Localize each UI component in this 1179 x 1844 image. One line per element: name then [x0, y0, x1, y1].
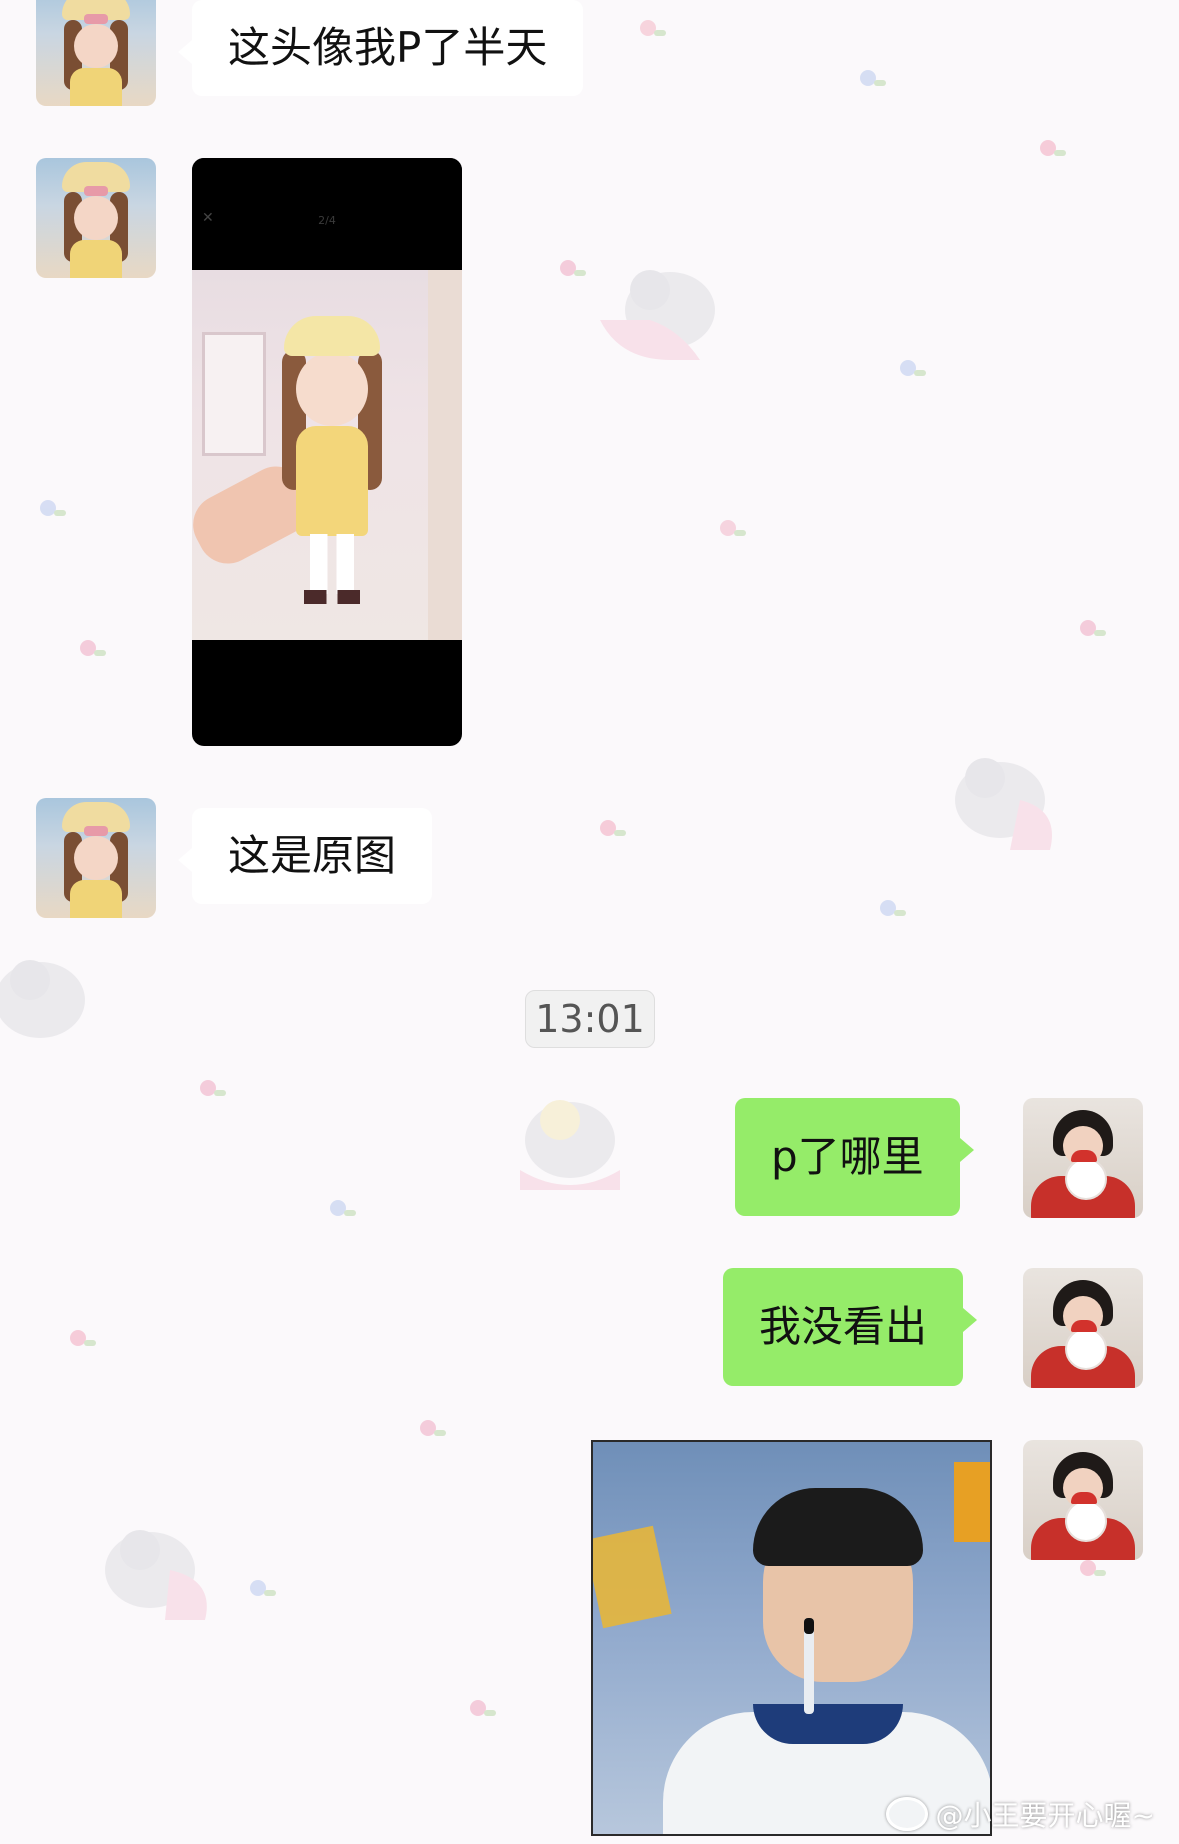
- avatar-dress: [70, 68, 122, 106]
- self-avatar[interactable]: [1023, 1440, 1143, 1560]
- avatar-face: [74, 836, 118, 880]
- contact-avatar[interactable]: [36, 0, 156, 106]
- wallpaper-flower: [80, 640, 106, 656]
- outgoing-image-message[interactable]: [591, 1440, 992, 1836]
- wallpaper-flower: [1080, 1560, 1106, 1576]
- wallpaper-flower: [1040, 140, 1066, 156]
- wallpaper-flower: [900, 360, 926, 376]
- avatar-snowman-hat: [1071, 1150, 1097, 1162]
- self-avatar[interactable]: [1023, 1268, 1143, 1388]
- doll-face: [296, 352, 368, 426]
- avatar-snowman: [1065, 1500, 1107, 1542]
- contact-avatar[interactable]: [36, 158, 156, 278]
- wallpaper-flower: [250, 1580, 276, 1596]
- message-text: 我没看出: [759, 1302, 928, 1351]
- wallpaper-elephant: [955, 758, 1052, 850]
- outgoing-message[interactable]: p了哪里: [735, 1098, 974, 1216]
- meme-sign: [593, 1525, 672, 1629]
- doll-dress: [296, 426, 368, 536]
- meme-pen-cap: [804, 1618, 814, 1634]
- contact-avatar[interactable]: [36, 798, 156, 918]
- message-text: 这是原图: [228, 831, 397, 880]
- meme-hair: [753, 1488, 923, 1566]
- watermark: @小王要开心喔~: [885, 1794, 1155, 1834]
- wallpaper-flower: [330, 1200, 356, 1216]
- wallpaper-flower: [40, 500, 66, 516]
- message-timestamp: 13:01: [525, 990, 655, 1048]
- wallpaper-elephant: [520, 1100, 620, 1190]
- outgoing-message[interactable]: 我没看出: [723, 1268, 978, 1386]
- weibo-icon: [885, 1797, 928, 1831]
- image-pager: 2/4: [318, 214, 336, 227]
- message-text: 这头像我P了半天: [228, 23, 548, 72]
- avatar-bow: [84, 186, 108, 196]
- meme-sign: [954, 1462, 990, 1542]
- avatar-snowman-hat: [1071, 1320, 1097, 1332]
- avatar-snowman: [1065, 1158, 1107, 1200]
- incoming-message[interactable]: 这是原图: [177, 808, 433, 904]
- message-text: p了哪里: [771, 1132, 924, 1181]
- wallpaper-flower: [640, 20, 666, 36]
- wallpaper-elephant: [0, 960, 85, 1038]
- meme-collar: [753, 1704, 903, 1744]
- doll-shoes: [304, 590, 360, 604]
- wallpaper-flower: [70, 1330, 96, 1346]
- doll-legs: [310, 534, 354, 594]
- incoming-message[interactable]: 这头像我P了半天: [177, 0, 584, 96]
- wallpaper-flower: [600, 820, 626, 836]
- self-avatar[interactable]: [1023, 1098, 1143, 1218]
- photo-window: [202, 332, 266, 456]
- photo-door: [428, 270, 462, 640]
- avatar-face: [74, 196, 118, 240]
- wallpaper-elephant: [600, 270, 715, 360]
- avatar-snowman: [1065, 1328, 1107, 1370]
- doll-hat: [284, 316, 380, 356]
- avatar-bow: [84, 826, 108, 836]
- wallpaper-flower: [560, 260, 586, 276]
- wallpaper-flower: [860, 70, 886, 86]
- watermark-text: @小王要开心喔~: [935, 1799, 1155, 1832]
- wallpaper-flower: [470, 1700, 496, 1716]
- incoming-image-message[interactable]: ✕ 2/4: [192, 158, 462, 746]
- wallpaper-elephant: [105, 1530, 207, 1620]
- avatar-bow: [84, 14, 108, 24]
- avatar-face: [74, 24, 118, 68]
- avatar-dress: [70, 880, 122, 918]
- avatar-snowman-hat: [1071, 1492, 1097, 1504]
- wallpaper-flower: [720, 520, 746, 536]
- wallpaper-flower: [1080, 620, 1106, 636]
- doll-photo: [192, 270, 462, 640]
- wallpaper-flower: [200, 1080, 226, 1096]
- wallpaper-flower: [420, 1420, 446, 1436]
- chat-wallpaper: [0, 0, 1179, 1844]
- wallpaper-flower: [880, 900, 906, 916]
- avatar-dress: [70, 240, 122, 278]
